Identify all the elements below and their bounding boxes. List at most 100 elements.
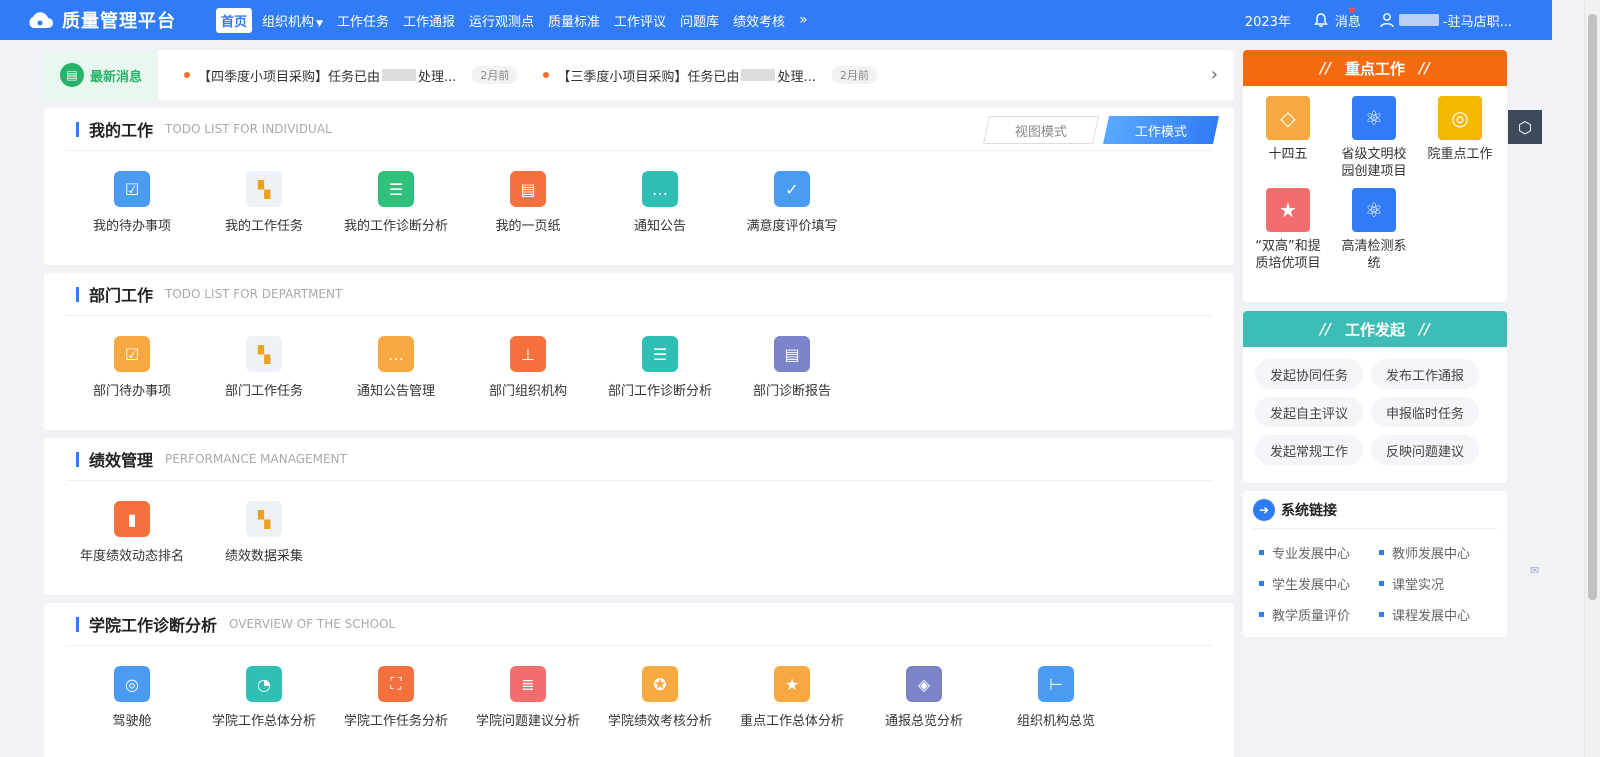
tile-label: 驾驶舱 (112, 714, 152, 729)
work-mode-button[interactable]: 工作模式 (1103, 116, 1219, 144)
link-major-dev[interactable]: 专业发展中心 (1259, 537, 1379, 568)
link-course-dev[interactable]: 课程发展中心 (1379, 599, 1499, 630)
launch-header: // 工作发起 // (1243, 311, 1507, 347)
performance-card: 绩效管理 PERFORMANCE MANAGEMENT ▮ 年度绩效动态排名 ▚ 绩… (44, 438, 1234, 595)
key-item-double-high[interactable]: ★ “双高”和提质培优项目 (1247, 188, 1329, 272)
tile-key-analysis[interactable]: ★ 重点工作总体分析 (726, 666, 858, 729)
launch-routine-work[interactable]: 发起常规工作 (1255, 435, 1363, 465)
news-text-pre: 【四季度小项目采购】任务已由 (198, 69, 381, 85)
tile-label: 我的待办事项 (92, 219, 171, 234)
task-grid-icon: ▚ (246, 171, 282, 207)
key-item-hd-detection[interactable]: ⚛ 高清检测系统 (1333, 188, 1415, 272)
tile-label: 通知公告 (633, 219, 686, 234)
tile-my-onepage[interactable]: ▤ 我的一页纸 (462, 171, 594, 234)
tile-issue-analysis[interactable]: ≣ 学院问题建议分析 (462, 666, 594, 729)
app-logo[interactable]: 质量管理平台 (26, 7, 176, 33)
key-item-14th-plan[interactable]: ◇ 十四五 (1247, 96, 1329, 180)
news-item[interactable]: 【三季度小项目采购】任务已由 处理... 2月前 (543, 66, 877, 85)
tile-annual-ranking[interactable]: ▮ 年度绩效动态排名 (66, 501, 198, 564)
page-scrollbar[interactable] (1584, 0, 1600, 757)
tile-satisfaction[interactable]: ✓ 满意度评价填写 (726, 171, 858, 234)
tile-task-analysis[interactable]: ⛶ 学院工作任务分析 (330, 666, 462, 729)
user-icon (1380, 13, 1394, 28)
tile-label: 我的一页纸 (495, 219, 561, 234)
nav-org[interactable]: 组织机构 ▼ (258, 8, 327, 33)
tile-my-todo[interactable]: ☑ 我的待办事项 (66, 171, 198, 234)
school-analysis-card: 学院工作诊断分析 OVERVIEW OF THE SCHOOL ◎ 驾驶舱 ◔ 学院… (44, 603, 1234, 757)
card-title: 部门工作 (89, 286, 154, 305)
main-nav: 首页 组织机构 ▼ 工作任务 工作通报 运行观测点 质量标准 工作评议 问题库 绩… (216, 7, 808, 33)
link-teaching-eval[interactable]: 教学质量评价 (1259, 599, 1379, 630)
card-title: 我的工作 (89, 121, 154, 140)
news-bullet (543, 72, 550, 78)
document-icon: ▤ (510, 171, 546, 207)
news-item[interactable]: 【四季度小项目采购】任务已由 处理... 2月前 (184, 66, 518, 85)
tile-dept-tasks[interactable]: ▚ 部门工作任务 (198, 336, 330, 399)
launch-temp-task[interactable]: 申报临时任务 (1371, 397, 1479, 427)
link-label: 课程发展中心 (1392, 609, 1471, 624)
org-chart-icon: ⊥ (510, 336, 546, 372)
view-mode-button[interactable]: 视图模式 (983, 116, 1099, 144)
year-selector[interactable]: 2023年 (1245, 11, 1291, 30)
top-nav-bar: 质量管理平台 首页 组织机构 ▼ 工作任务 工作通报 运行观测点 质量标准 工作评… (0, 0, 1552, 40)
system-links-panel: ➜ 系统链接 专业发展中心 教师发展中心 学生发展中心 课堂实况 教学质量评价 … (1243, 491, 1507, 637)
tile-my-tasks[interactable]: ▚ 我的工作任务 (198, 171, 330, 234)
tile-org-overview[interactable]: ⊢ 组织机构总览 (990, 666, 1122, 729)
steering-wheel-icon: ◎ (114, 666, 150, 702)
link-label: 教师发展中心 (1392, 547, 1471, 562)
launch-self-review[interactable]: 发起自主评议 (1255, 397, 1363, 427)
chat-bubble-icon[interactable]: ✉ (1530, 564, 1546, 580)
star-box-icon: ★ (774, 666, 810, 702)
nav-review[interactable]: 工作评议 (610, 8, 670, 33)
key-item-label: 十四五 (1268, 147, 1308, 162)
link-teacher-dev[interactable]: 教师发展中心 (1379, 537, 1499, 568)
tile-notice[interactable]: … 通知公告 (594, 171, 726, 234)
key-item-college-key[interactable]: ◎ 院重点工作 (1419, 96, 1501, 180)
work-mode-label: 工作模式 (1134, 124, 1187, 140)
nav-observation[interactable]: 运行观测点 (465, 8, 538, 33)
nav-bulletin[interactable]: 工作通报 (399, 8, 459, 33)
nav-more-icon[interactable]: » (799, 12, 808, 28)
tile-notice-manage[interactable]: … 通知公告管理 (330, 336, 462, 399)
launch-publish-bulletin[interactable]: 发布工作通报 (1371, 359, 1479, 389)
tile-perf-analysis[interactable]: ✪ 学院绩效考核分析 (594, 666, 726, 729)
key-item-label: “双高”和提质培优项目 (1255, 239, 1321, 271)
card-title: 绩效管理 (89, 451, 154, 470)
tile-cockpit[interactable]: ◎ 驾驶舱 (66, 666, 198, 729)
tile-overall-analysis[interactable]: ◔ 学院工作总体分析 (198, 666, 330, 729)
messages-button[interactable]: 消息 (1313, 6, 1361, 30)
key-item-civilized-campus[interactable]: ⚛ 省级文明校园创建项目 (1333, 96, 1415, 180)
launch-collab-task[interactable]: 发起协同任务 (1255, 359, 1363, 389)
nav-performance[interactable]: 绩效考核 (729, 8, 789, 33)
nav-tasks[interactable]: 工作任务 (333, 8, 393, 33)
tile-label: 组织机构总览 (1016, 714, 1095, 729)
link-classroom-live[interactable]: 课堂实况 (1379, 568, 1499, 599)
tile-perf-data[interactable]: ▚ 绩效数据采集 (198, 501, 330, 564)
user-menu[interactable]: -驻马店职... (1379, 11, 1512, 30)
username-redacted (1398, 14, 1439, 26)
launch-report-issue[interactable]: 反映问题建议 (1371, 435, 1479, 465)
tile-my-diagnosis[interactable]: ☰ 我的工作诊断分析 (330, 171, 462, 234)
key-work-title: 重点工作 (1344, 59, 1405, 78)
cube-icon[interactable]: ⬡ (1508, 110, 1542, 144)
nav-home[interactable]: 首页 (216, 7, 253, 33)
atom-icon: ⚛ (1352, 96, 1396, 140)
nav-issues[interactable]: 问题库 (676, 8, 723, 33)
card-header: 绩效管理 PERFORMANCE MANAGEMENT (66, 438, 1212, 481)
tile-dept-org[interactable]: ⊥ 部门组织机构 (462, 336, 594, 399)
key-work-panel: // 重点工作 // ◇ 十四五 ⚛ 省级文明校园创建项目 ◎ 院重点工作 ★ “双高”… (1243, 50, 1507, 302)
tile-bulletin-analysis[interactable]: ◈ 通报总览分析 (858, 666, 990, 729)
chevron-right-icon[interactable]: › (1211, 64, 1218, 85)
link-student-dev[interactable]: 学生发展中心 (1259, 568, 1379, 599)
atom-icon: ⚛ (1352, 188, 1396, 232)
card-header: 部门工作 TODO LIST FOR DEPARTMENT (66, 273, 1212, 316)
tile-dept-diagnosis[interactable]: ☰ 部门工作诊断分析 (594, 336, 726, 399)
card-subtitle: TODO LIST FOR DEPARTMENT (165, 287, 343, 301)
tile-dept-todo[interactable]: ☑ 部门待办事项 (66, 336, 198, 399)
scrollbar-thumb[interactable] (1588, 14, 1597, 600)
task-grid-icon: ▚ (246, 336, 282, 372)
main-content: ▤ 最新消息 【四季度小项目采购】任务已由 处理... 2月前 【三季度小项目采… (44, 50, 1234, 757)
nav-standards[interactable]: 质量标准 (544, 8, 604, 33)
tile-dept-report[interactable]: ▤ 部门诊断报告 (726, 336, 858, 399)
news-bullet (184, 72, 190, 78)
